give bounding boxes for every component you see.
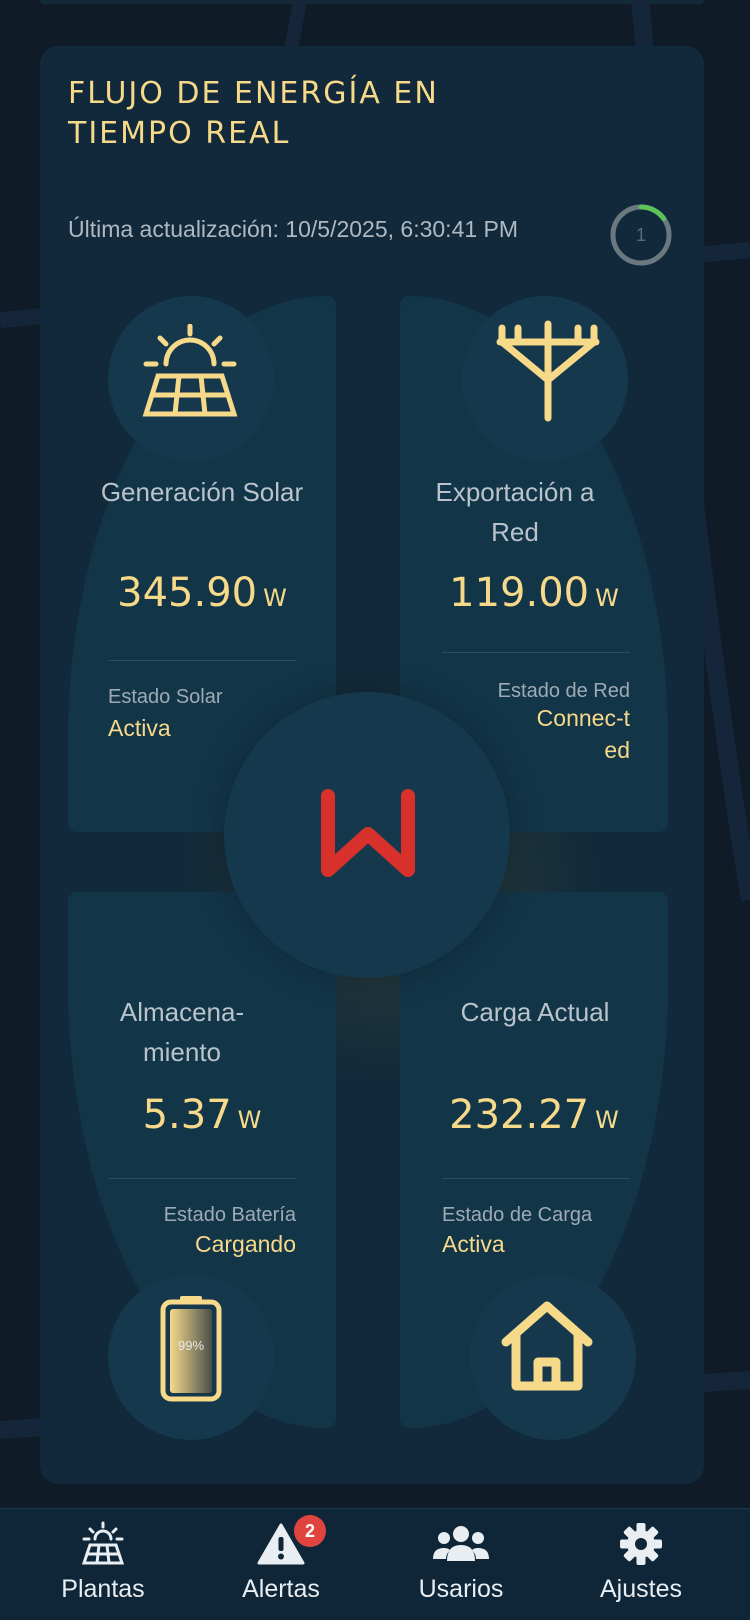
storage-divider — [108, 1178, 296, 1179]
refresh-countdown[interactable]: 1 — [608, 202, 674, 268]
solar-status-value: Activa — [108, 715, 171, 741]
storage-value-unit: W — [237, 1106, 262, 1134]
load-divider — [442, 1178, 630, 1179]
grid-divider — [442, 652, 630, 653]
nav-label-ajustes: Ajustes — [600, 1575, 682, 1603]
load-label: Carga Actual — [460, 997, 610, 1027]
solar-label: Generación Solar — [100, 477, 304, 507]
refresh-countdown-value: 1 — [635, 225, 646, 245]
card-title: FLUJO DE ENERGÍA EN TIEMPO REAL — [68, 76, 439, 151]
nav-label-plantas: Plantas — [61, 1575, 145, 1603]
nav-item-plantas[interactable]: Plantas — [28, 1509, 178, 1620]
solar-plant-icon — [78, 1521, 128, 1567]
nav-label-usarios: Usarios — [418, 1575, 504, 1603]
grid-label: Exportación a Red — [435, 477, 595, 547]
solar-value-unit: W — [263, 584, 287, 612]
nav-item-usarios[interactable]: Usarios — [386, 1509, 536, 1620]
storage-value: 5.37 W — [68, 1092, 336, 1138]
solar-status-label: Estado Solar — [108, 686, 223, 708]
load-value: 232.27 W — [400, 1092, 668, 1138]
solar-value: 345.90 W — [68, 570, 336, 616]
gear-icon — [616, 1521, 666, 1567]
solar-value-number: 345.90 — [117, 570, 258, 616]
storage-value-number: 5.37 — [142, 1092, 232, 1138]
battery-icon: 99% — [160, 1294, 222, 1406]
bottom-nav: Plantas 2 Alertas Usarios Ajustes — [0, 1508, 750, 1620]
house-icon — [500, 1300, 594, 1396]
nav-label-alertas: Alertas — [242, 1575, 320, 1603]
grid-status-value: Connec-ted — [536, 705, 630, 763]
grid-value-unit: W — [595, 584, 619, 612]
alert-count-badge: 2 — [294, 1515, 326, 1547]
brand-logo-icon — [320, 788, 416, 884]
storage-status-label: Estado Batería — [163, 1204, 296, 1226]
storage-status-value: Cargando — [194, 1231, 296, 1257]
battery-percent: 99% — [177, 1338, 205, 1353]
storage-panel[interactable]: Almacena-miento 5.37 W Estado Batería Car… — [68, 892, 336, 1440]
storage-label: Almacena-miento — [119, 997, 245, 1067]
solar-divider — [108, 660, 296, 661]
grid-status-label: Estado de Red — [497, 680, 630, 702]
power-pole-icon — [496, 318, 600, 428]
center-hub — [224, 692, 510, 978]
grid-value-number: 119.00 — [449, 570, 590, 616]
last-update-text: Última actualización: 10/5/2025, 6:30:41… — [68, 216, 519, 242]
solar-panel-icon — [138, 323, 242, 428]
users-icon — [432, 1521, 490, 1567]
load-panel[interactable]: Carga Actual 232.27 W Estado de Carga Act… — [400, 892, 668, 1440]
load-value-number: 232.27 — [449, 1092, 590, 1138]
nav-item-alertas[interactable]: 2 Alertas — [206, 1509, 356, 1620]
load-status-label: Estado de Carga — [442, 1204, 593, 1226]
energy-flow-card: FLUJO DE ENERGÍA EN TIEMPO REAL Última a… — [40, 46, 704, 1484]
nav-item-ajustes[interactable]: Ajustes — [566, 1509, 716, 1620]
grid-value: 119.00 W — [400, 570, 668, 616]
load-value-unit: W — [595, 1106, 619, 1134]
load-status-value: Activa — [442, 1231, 505, 1257]
